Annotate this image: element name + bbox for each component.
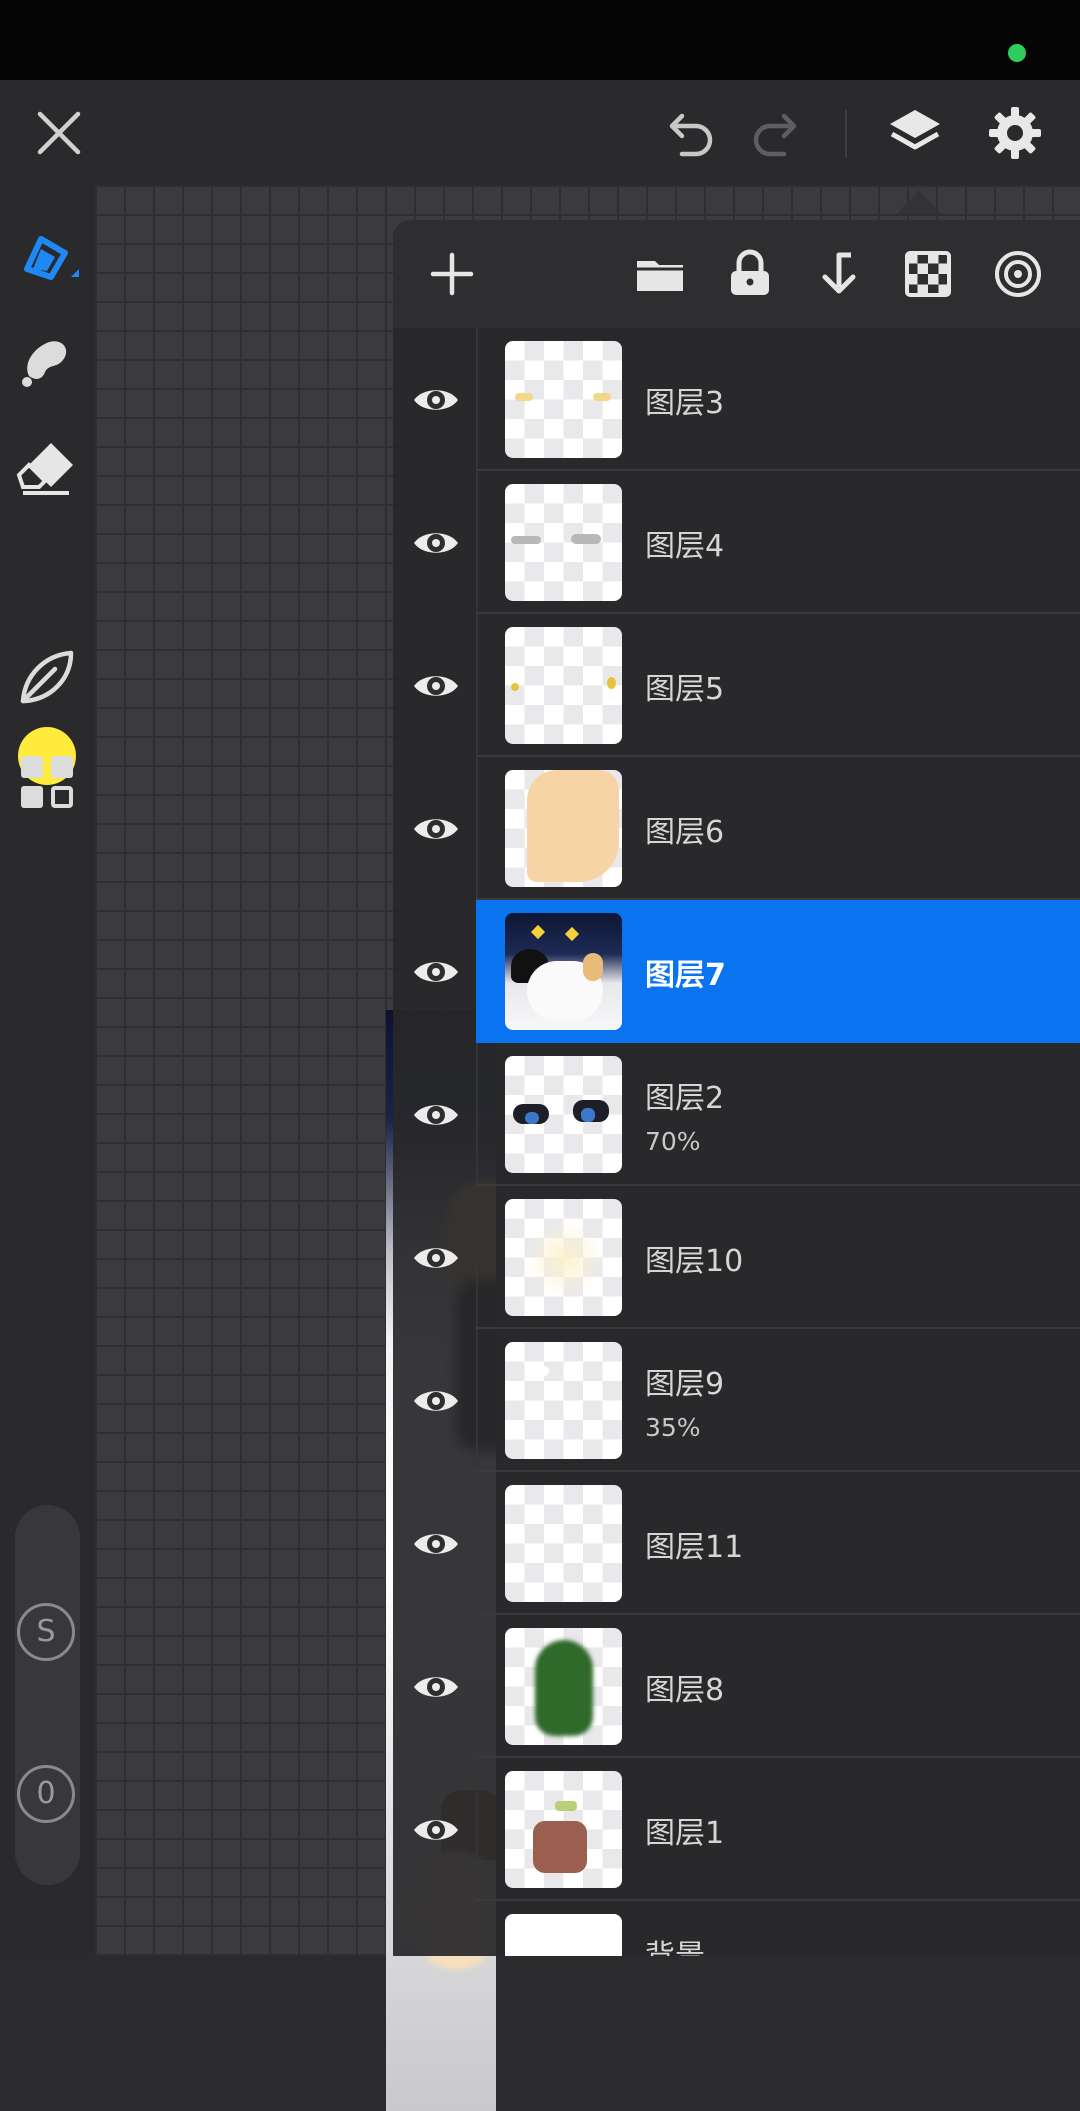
- layers-panel-caret: [897, 190, 941, 214]
- layer-name: 图层2: [645, 1081, 725, 1116]
- layer-thumbnail: [505, 484, 622, 601]
- layers-panel-header: [393, 220, 1080, 328]
- undo-icon[interactable]: [660, 104, 718, 162]
- eye-icon[interactable]: [411, 1376, 461, 1426]
- layer-row-background[interactable]: 背景: [393, 1901, 1080, 1956]
- eye-icon[interactable]: [411, 1519, 461, 1569]
- layer-name: 图层6: [645, 815, 725, 850]
- layer-name: 图层7: [645, 958, 726, 993]
- layers-panel: 图层3 图层4 图层5 图层6 图层7 图层2 70% 图层10 图层9 35%…: [393, 220, 1080, 1956]
- layer-thumbnail: [505, 1056, 622, 1173]
- top-toolbar: [0, 80, 1080, 185]
- row-divider: [476, 757, 478, 900]
- merge-down-icon[interactable]: [811, 247, 865, 301]
- layer-row[interactable]: 图层2 70%: [393, 1043, 1080, 1186]
- row-divider: [476, 1901, 478, 1956]
- brush-size-slider[interactable]: [15, 1505, 80, 1885]
- eye-icon[interactable]: [411, 1948, 461, 1956]
- layer-name: 图层4: [645, 529, 725, 564]
- layer-thumbnail: [505, 1914, 622, 1956]
- layer-name: 图层1: [645, 1816, 725, 1851]
- layer-row[interactable]: 图层11: [393, 1472, 1080, 1615]
- row-divider: [476, 1329, 478, 1472]
- eye-icon[interactable]: [411, 804, 461, 854]
- row-divider: [476, 1615, 478, 1758]
- layers-icon[interactable]: [886, 104, 944, 162]
- layer-row[interactable]: 图层9 35%: [393, 1329, 1080, 1472]
- eye-icon[interactable]: [411, 661, 461, 711]
- row-divider: [476, 614, 478, 757]
- layer-row[interactable]: 图层1: [393, 1758, 1080, 1901]
- status-bar: [0, 0, 1080, 80]
- layer-thumbnail: [505, 1771, 622, 1888]
- layer-row[interactable]: 图层6: [393, 757, 1080, 900]
- layer-name: 图层10: [645, 1244, 744, 1279]
- layer-row[interactable]: 图层5: [393, 614, 1080, 757]
- settings-icon[interactable]: [986, 104, 1044, 162]
- layer-row[interactable]: 图层8: [393, 1615, 1080, 1758]
- layer-thumbnail: [505, 1199, 622, 1316]
- checkerboard-icon[interactable]: [901, 247, 955, 301]
- layer-row-selected[interactable]: 图层7: [393, 900, 1080, 1043]
- layer-thumbnail: [505, 913, 622, 1030]
- layer-thumbnail: [505, 627, 622, 744]
- eye-icon[interactable]: [411, 1662, 461, 1712]
- layer-thumbnail: [505, 1628, 622, 1745]
- layer-thumbnail: [505, 1342, 622, 1459]
- lock-icon[interactable]: [723, 247, 777, 301]
- layer-thumbnail: [505, 1485, 622, 1602]
- layer-name: 背景: [645, 1931, 705, 1956]
- folder-icon[interactable]: [633, 247, 687, 301]
- layer-name: 图层11: [645, 1530, 744, 1565]
- layer-thumbnail: [505, 770, 622, 887]
- liquify-icon[interactable]: [15, 645, 79, 709]
- layer-opacity: 70%: [645, 1127, 701, 1156]
- layer-row[interactable]: 图层10: [393, 1186, 1080, 1329]
- row-divider: [476, 328, 478, 471]
- reference-icon[interactable]: [991, 247, 1045, 301]
- eye-icon[interactable]: [411, 518, 461, 568]
- smudge-icon[interactable]: [15, 328, 79, 392]
- row-divider: [476, 1758, 478, 1901]
- eye-icon[interactable]: [411, 947, 461, 997]
- eye-icon[interactable]: [411, 375, 461, 425]
- row-divider: [476, 1043, 478, 1186]
- left-toolbar: S 0: [0, 185, 95, 1956]
- layer-thumbnail: [505, 341, 622, 458]
- row-divider: [476, 1186, 478, 1329]
- row-divider: [476, 471, 478, 614]
- gallery-icon[interactable]: [15, 750, 79, 814]
- status-indicator-dot: [1008, 44, 1026, 62]
- layer-name: 图层9: [645, 1367, 725, 1402]
- eye-icon[interactable]: [411, 1090, 461, 1140]
- size-button[interactable]: S: [17, 1603, 75, 1661]
- toolbar-divider: [845, 110, 847, 158]
- eye-icon[interactable]: [411, 1805, 461, 1855]
- opacity-button[interactable]: 0: [17, 1765, 75, 1823]
- brush-icon[interactable]: [15, 225, 79, 289]
- layer-row[interactable]: 图层4: [393, 471, 1080, 614]
- close-icon[interactable]: [30, 104, 88, 162]
- eraser-icon[interactable]: [15, 435, 79, 499]
- layer-name: 图层8: [645, 1673, 725, 1708]
- layer-name: 图层5: [645, 672, 725, 707]
- add-layer-icon[interactable]: [425, 247, 479, 301]
- row-divider: [476, 1472, 478, 1615]
- layer-opacity: 35%: [645, 1413, 701, 1442]
- eye-icon[interactable]: [411, 1233, 461, 1283]
- redo-icon[interactable]: [748, 104, 806, 162]
- layer-row[interactable]: 图层3: [393, 328, 1080, 471]
- layer-name: 图层3: [645, 386, 725, 421]
